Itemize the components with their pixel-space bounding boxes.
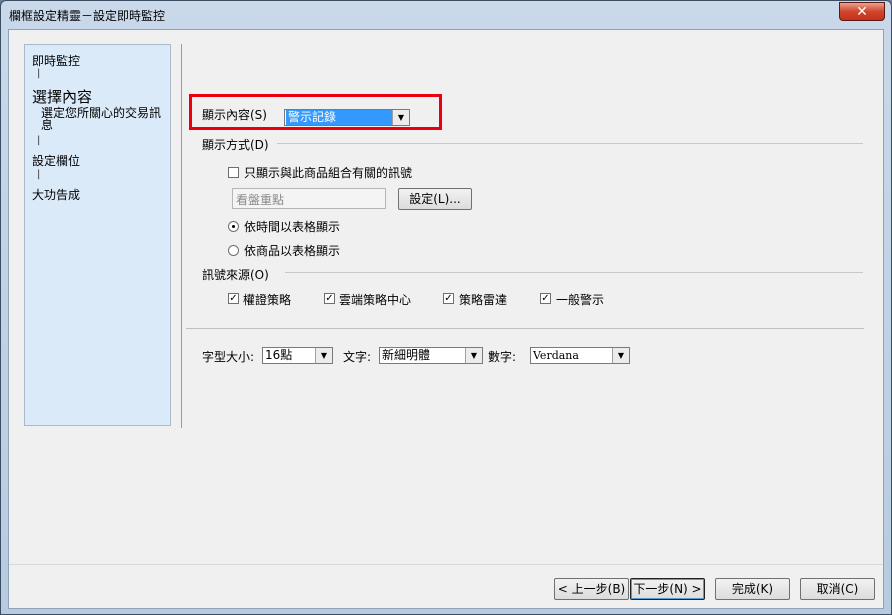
finish-button[interactable]: 完成(K) (715, 578, 790, 600)
window-title: 欄框設定精靈－設定即時監控 (9, 9, 166, 23)
section-divider (186, 328, 864, 329)
step-separator: | (37, 68, 41, 79)
number-font-combo[interactable]: Verdana ▼ (530, 347, 630, 364)
chevron-down-icon[interactable]: ▼ (315, 348, 332, 363)
only-related-label: 只顯示與此商品組合有關的訊號 (244, 166, 413, 180)
wizard-client-area: 即時監控 | 選擇內容 選定您所關心的交易訊息 | 設定欄位 | 大功告成 顯示… (8, 29, 884, 609)
source-radar-label: 策略雷達 (459, 293, 508, 307)
display-content-label: 顯示內容(S) (202, 108, 267, 122)
step-monitor: 即時監控 (32, 54, 81, 68)
source-cloud-label: 雲端策略中心 (339, 293, 412, 307)
footer-separator (9, 564, 883, 565)
next-button[interactable]: 下一步(N) > (630, 578, 705, 600)
signal-source-label: 訊號來源(O) (202, 268, 269, 282)
font-size-label: 字型大小: (202, 350, 255, 364)
number-font-value: Verdana (533, 349, 579, 362)
source-warrant-label: 權證策略 (243, 293, 292, 307)
step-select-content: 選擇內容 (32, 88, 93, 106)
close-button[interactable]: ✕ (839, 2, 885, 21)
source-general-label: 一般警示 (556, 293, 605, 307)
radio-by-time[interactable] (228, 221, 239, 232)
radio-by-time-label: 依時間以表格顯示 (244, 220, 341, 234)
display-mode-group-line (277, 143, 863, 144)
step-set-columns: 設定欄位 (32, 154, 81, 168)
display-content-combo[interactable]: 警示記錄 ▼ (284, 109, 410, 126)
panel-divider (181, 44, 182, 428)
source-warrant-checkbox[interactable]: ✓ (228, 293, 239, 304)
chevron-down-icon[interactable]: ▼ (612, 348, 629, 363)
font-size-combo[interactable]: 16點 ▼ (262, 347, 333, 364)
wizard-window: 欄框設定精靈－設定即時監控 ✕ 即時監控 | 選擇內容 選定您所關心的交易訊息 … (0, 0, 892, 615)
prev-button[interactable]: < 上一步(B) (554, 578, 629, 600)
radio-by-product[interactable] (228, 245, 239, 256)
source-general-checkbox[interactable]: ✓ (540, 293, 551, 304)
text-font-combo[interactable]: 新細明體 ▼ (379, 347, 483, 364)
text-font-label: 文字: (343, 350, 372, 364)
settings-button[interactable]: 設定(L)... (398, 188, 472, 210)
title-bar: 欄框設定精靈－設定即時監控 ✕ (1, 1, 891, 29)
only-related-checkbox[interactable] (228, 167, 239, 178)
step-separator: | (37, 169, 41, 180)
text-font-value: 新細明體 (382, 348, 431, 362)
chevron-down-icon[interactable]: ▼ (465, 348, 482, 363)
group-field-value: 看盤重點 (236, 193, 285, 207)
source-cloud-checkbox[interactable]: ✓ (324, 293, 335, 304)
chevron-down-icon[interactable]: ▼ (392, 110, 409, 125)
font-size-value: 16點 (265, 348, 293, 362)
step-select-content-desc: 選定您所關心的交易訊息 (41, 106, 162, 132)
step-separator: | (37, 135, 41, 146)
group-field: 看盤重點 (232, 188, 386, 209)
radio-by-product-label: 依商品以表格顯示 (244, 244, 341, 258)
close-icon[interactable]: ✕ (856, 4, 868, 20)
cancel-button[interactable]: 取消(C) (800, 578, 875, 600)
display-mode-label: 顯示方式(D) (202, 138, 269, 152)
number-font-label: 數字: (488, 350, 517, 364)
signal-source-group-line (285, 272, 863, 273)
steps-panel: 即時監控 | 選擇內容 選定您所關心的交易訊息 | 設定欄位 | 大功告成 (24, 44, 171, 426)
step-finish: 大功告成 (32, 188, 81, 202)
source-radar-checkbox[interactable]: ✓ (443, 293, 454, 304)
display-content-value: 警示記錄 (286, 110, 392, 125)
